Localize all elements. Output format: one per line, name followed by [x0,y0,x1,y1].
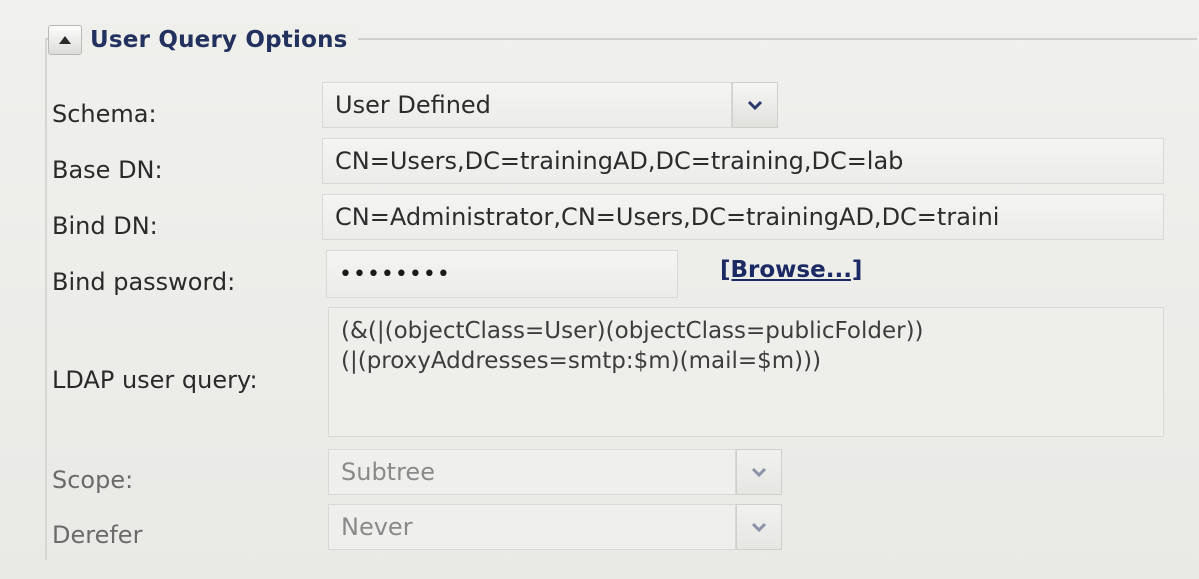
scope-dropdown-button[interactable] [736,449,782,495]
triangle-up-icon [59,36,71,44]
derefer-select[interactable]: Never [328,504,736,550]
schema-dropdown-button[interactable] [732,82,778,128]
ldap-user-query-label: LDAP user query: [52,366,258,394]
schema-label: Schema: [52,100,157,128]
derefer-label: Derefer [52,521,143,549]
browse-link[interactable]: [Browse...] [720,257,862,283]
base-dn-input[interactable]: CN=Users,DC=trainingAD,DC=training,DC=la… [322,138,1164,184]
chevron-down-icon [751,467,767,477]
chevron-down-icon [751,522,767,532]
section-header: User Query Options [48,24,358,56]
bind-password-label: Bind password: [52,268,236,296]
scope-label: Scope: [52,466,134,494]
derefer-dropdown-button[interactable] [736,504,782,550]
scope-select[interactable]: Subtree [328,449,736,495]
bind-dn-label: Bind DN: [52,212,158,240]
section-title: User Query Options [90,27,348,53]
schema-select[interactable]: User Defined [322,82,732,128]
ldap-user-query-textarea[interactable]: (&(|(objectClass=User)(objectClass=publi… [328,307,1164,437]
base-dn-label: Base DN: [52,156,163,184]
bind-password-input[interactable]: •••••••• [326,250,678,298]
collapse-section-button[interactable] [48,25,82,55]
chevron-down-icon [747,100,763,110]
bind-dn-input[interactable]: CN=Administrator,CN=Users,DC=trainingAD,… [322,194,1164,240]
